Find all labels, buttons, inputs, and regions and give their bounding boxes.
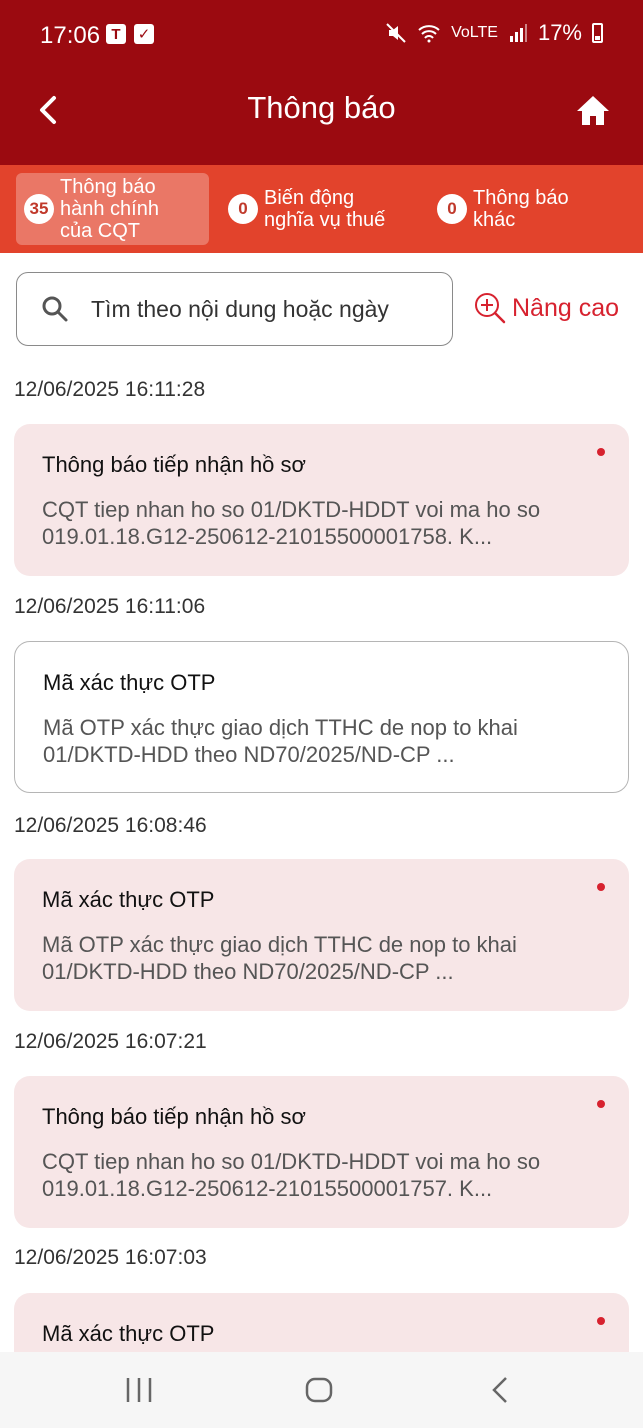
recent-apps-icon[interactable] [124, 1374, 154, 1406]
tab-label: Biến động nghĩa vụ thuế [264, 187, 386, 231]
search-box[interactable] [16, 272, 453, 346]
home-nav-icon[interactable] [304, 1374, 334, 1406]
advanced-search-label: Nâng cao [512, 293, 620, 322]
unread-dot-icon [597, 1100, 605, 1108]
notification-title: Mã xác thực OTP [42, 1321, 215, 1346]
app-bar: Thông báo [0, 72, 643, 165]
notification-card[interactable]: Mã xác thực OTP Mã OTP xác thực giao dịc… [14, 859, 629, 1011]
notification-timestamp: 12/06/2025 16:11:28 [14, 378, 206, 401]
status-bar: 17:06 T ✓ VoLTE 17% [0, 0, 643, 72]
battery-icon [592, 23, 603, 43]
notification-timestamp: 12/06/2025 16:11:06 [14, 595, 206, 618]
back-nav-icon[interactable] [486, 1374, 516, 1406]
page-title: Thông báo [247, 90, 396, 125]
zoom-in-icon [475, 293, 506, 324]
tab-label: Thông báo khác [473, 187, 569, 231]
notification-card[interactable]: Mã xác thực OTP Mã OTP xác thực giao dịc… [14, 641, 629, 793]
notification-timestamp: 12/06/2025 16:08:46 [14, 814, 207, 837]
notification-body: CQT tiep nhan ho so 01/DKTD-HDDT voi ma … [42, 1149, 541, 1201]
notification-body: Mã OTP xác thực giao dịch TTHC de nop to… [43, 715, 518, 767]
notification-title: Mã xác thực OTP [42, 887, 215, 912]
search-icon [42, 296, 68, 322]
signal-icon [509, 24, 527, 42]
teams-icon: T [106, 24, 126, 44]
status-time: 17:06 [40, 22, 101, 49]
system-nav-bar [0, 1352, 643, 1428]
tab-other[interactable]: 0 Thông báo khác [437, 173, 627, 245]
unread-dot-icon [597, 883, 605, 891]
notification-card[interactable]: Thông báo tiếp nhận hồ sơ CQT tiep nhan … [14, 1076, 629, 1228]
category-tabs: 35 Thông báo hành chính của CQT 0 Biến đ… [0, 165, 643, 253]
home-icon[interactable] [573, 92, 613, 130]
tab-tax-obligation[interactable]: 0 Biến động nghĩa vụ thuế [228, 173, 428, 245]
unread-dot-icon [597, 448, 605, 456]
unread-dot-icon [597, 1317, 605, 1325]
battery-percent: 17% [537, 20, 582, 45]
mute-icon [386, 23, 406, 43]
notification-timestamp: 12/06/2025 16:07:03 [14, 1246, 207, 1269]
advanced-search-button[interactable]: Nâng cao [474, 292, 619, 324]
tab-count-badge: 0 [437, 194, 467, 224]
notification-card[interactable]: Thông báo tiếp nhận hồ sơ CQT tiep nhan … [14, 424, 629, 576]
checkbox-icon: ✓ [134, 24, 154, 44]
search-input[interactable] [91, 295, 451, 323]
notification-title: Thông báo tiếp nhận hồ sơ [42, 1104, 306, 1129]
tab-administrative[interactable]: 35 Thông báo hành chính của CQT [16, 173, 209, 245]
tab-label: Thông báo hành chính của CQT [60, 176, 159, 242]
volte-icon: VoLTE [451, 24, 498, 41]
wifi-icon [418, 25, 440, 43]
notification-body: CQT tiep nhan ho so 01/DKTD-HDDT voi ma … [42, 497, 541, 549]
tab-count-badge: 0 [228, 194, 258, 224]
notification-timestamp: 12/06/2025 16:07:21 [14, 1030, 207, 1053]
tab-count-badge: 35 [24, 194, 54, 224]
notification-body: Mã OTP xác thực giao dịch TTHC de nop to… [42, 932, 517, 984]
notification-title: Thông báo tiếp nhận hồ sơ [42, 452, 306, 477]
notification-title: Mã xác thực OTP [43, 670, 216, 695]
